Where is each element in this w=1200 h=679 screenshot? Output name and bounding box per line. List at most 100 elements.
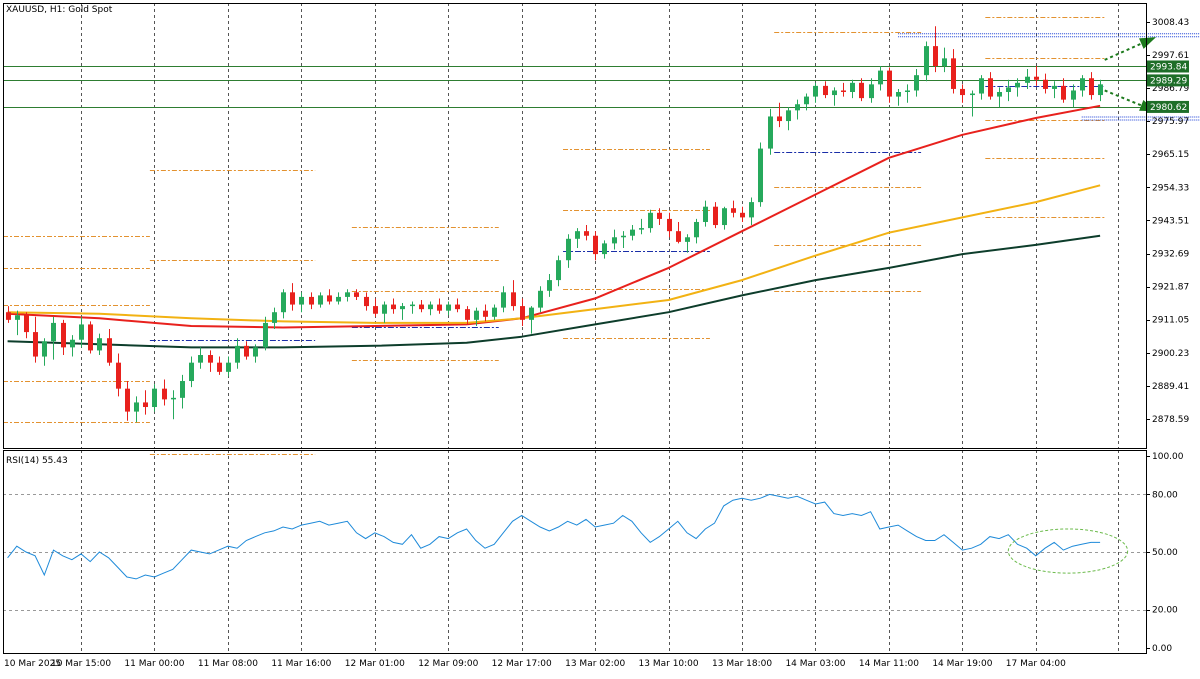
moving-averages	[7, 104, 1101, 349]
candle-body	[887, 70, 892, 97]
candle-body	[244, 345, 249, 357]
candle-body	[116, 362, 121, 389]
price-tag-label: 2993.84	[1150, 62, 1187, 72]
moving-average-line	[7, 104, 1101, 329]
candle-body	[685, 237, 690, 242]
candle-body	[263, 322, 268, 348]
candle-body	[520, 306, 525, 320]
highlight-ellipse	[1007, 528, 1129, 574]
candle-body	[593, 235, 598, 255]
price-tick-label: 2889.41	[1152, 382, 1189, 392]
candle-body	[630, 229, 635, 236]
candle-body	[24, 315, 29, 333]
chart-window: 3008.43 2997.61 2986.79 2975.97 2965.15 2954.…	[0, 0, 1200, 675]
candle-body	[878, 70, 883, 85]
candle-body	[804, 96, 809, 105]
candle-body	[841, 90, 846, 92]
candle-body	[924, 46, 929, 76]
candle-body	[556, 260, 561, 281]
candle-body	[1015, 82, 1020, 88]
candle-body	[299, 296, 304, 305]
candle-body	[226, 362, 231, 372]
candle-body	[960, 88, 965, 96]
candle-body	[327, 295, 332, 302]
candle-body	[602, 243, 607, 255]
candle-body	[777, 116, 782, 122]
candle-body	[189, 362, 194, 382]
time-axis: 10 Mar 202510 Mar 15:00 11 Mar 00:00 11 Ma…	[4, 659, 1066, 669]
candle-body	[88, 324, 93, 351]
candle-body	[70, 339, 75, 348]
time-tick-label: 11 Mar 00:00	[124, 659, 184, 669]
candle-body	[474, 310, 479, 320]
rsi-tick-label: 50.00	[1152, 548, 1178, 558]
candle-body	[795, 104, 800, 111]
rsi-tick-label: 20.00	[1152, 606, 1178, 616]
candle-body	[97, 338, 102, 351]
candle-body	[107, 338, 112, 363]
candle-body	[612, 237, 617, 244]
candle-body	[253, 347, 258, 357]
candle-body	[1006, 87, 1011, 92]
rsi-indicator	[7, 493, 1129, 580]
candle-body	[198, 355, 203, 363]
candle-body	[42, 341, 47, 357]
candle-body	[61, 322, 66, 348]
candle-body	[1061, 85, 1066, 100]
chart-canvas: 3008.432997.612986.792975.972965.152954.…	[3, 3, 1200, 669]
price-tick-label: 2900.23	[1152, 349, 1189, 359]
price-tag-label: 2989.29	[1150, 76, 1187, 86]
time-tick-label: 12 Mar 09:00	[418, 659, 478, 669]
candle-body	[538, 290, 543, 308]
candle-body	[768, 116, 773, 149]
candle-body	[79, 324, 84, 340]
candle-body	[336, 296, 341, 302]
candle-body	[152, 388, 157, 408]
candle-body	[1080, 78, 1085, 91]
rsi-tick-label: 80.00	[1152, 490, 1178, 500]
candle-body	[979, 78, 984, 94]
candle-body	[125, 388, 130, 412]
candle-body	[309, 296, 314, 305]
candle-body	[951, 58, 956, 89]
time-tick-label: 14 Mar 03:00	[785, 659, 845, 669]
candle-body	[566, 238, 571, 261]
price-tick-label: 2975.97	[1152, 117, 1189, 127]
rsi-line	[7, 493, 1101, 580]
candle-body	[1098, 84, 1103, 96]
time-tick-label: 11 Mar 16:00	[271, 659, 331, 669]
chart-title: XAUUSD, H1: Gold Spot	[6, 5, 113, 15]
candle-body	[758, 148, 763, 203]
rsi-tick-label: 0.00	[1152, 644, 1172, 654]
candle-body	[639, 228, 644, 230]
candle-body	[575, 231, 580, 239]
candle-body	[970, 93, 975, 96]
candle-body	[272, 312, 277, 323]
candle-body	[51, 322, 56, 342]
candle-body	[15, 315, 20, 320]
candle-body	[1071, 90, 1076, 100]
candle-body	[428, 304, 433, 310]
candle-body	[364, 296, 369, 307]
time-tick-label: 17 Mar 04:00	[1006, 659, 1066, 669]
candle-body	[1089, 78, 1094, 96]
moving-average-line	[7, 184, 1101, 324]
candle-body	[676, 231, 681, 242]
candle-body	[786, 110, 791, 122]
candle-body	[180, 381, 185, 398]
candle-body	[455, 304, 460, 310]
candle-body	[171, 397, 176, 400]
candle-body	[914, 75, 919, 91]
candle-body	[823, 85, 828, 96]
candle-body	[501, 292, 506, 308]
candle-body	[437, 304, 442, 311]
arrow-down-icon	[1104, 89, 1147, 109]
candle-body	[373, 306, 378, 314]
candle-body	[896, 92, 901, 97]
candle-body	[1025, 76, 1030, 83]
candle-body	[869, 84, 874, 99]
moving-average-line	[7, 234, 1101, 349]
candle-body	[208, 355, 213, 363]
candle-body	[813, 85, 818, 97]
candle-body	[731, 208, 736, 213]
